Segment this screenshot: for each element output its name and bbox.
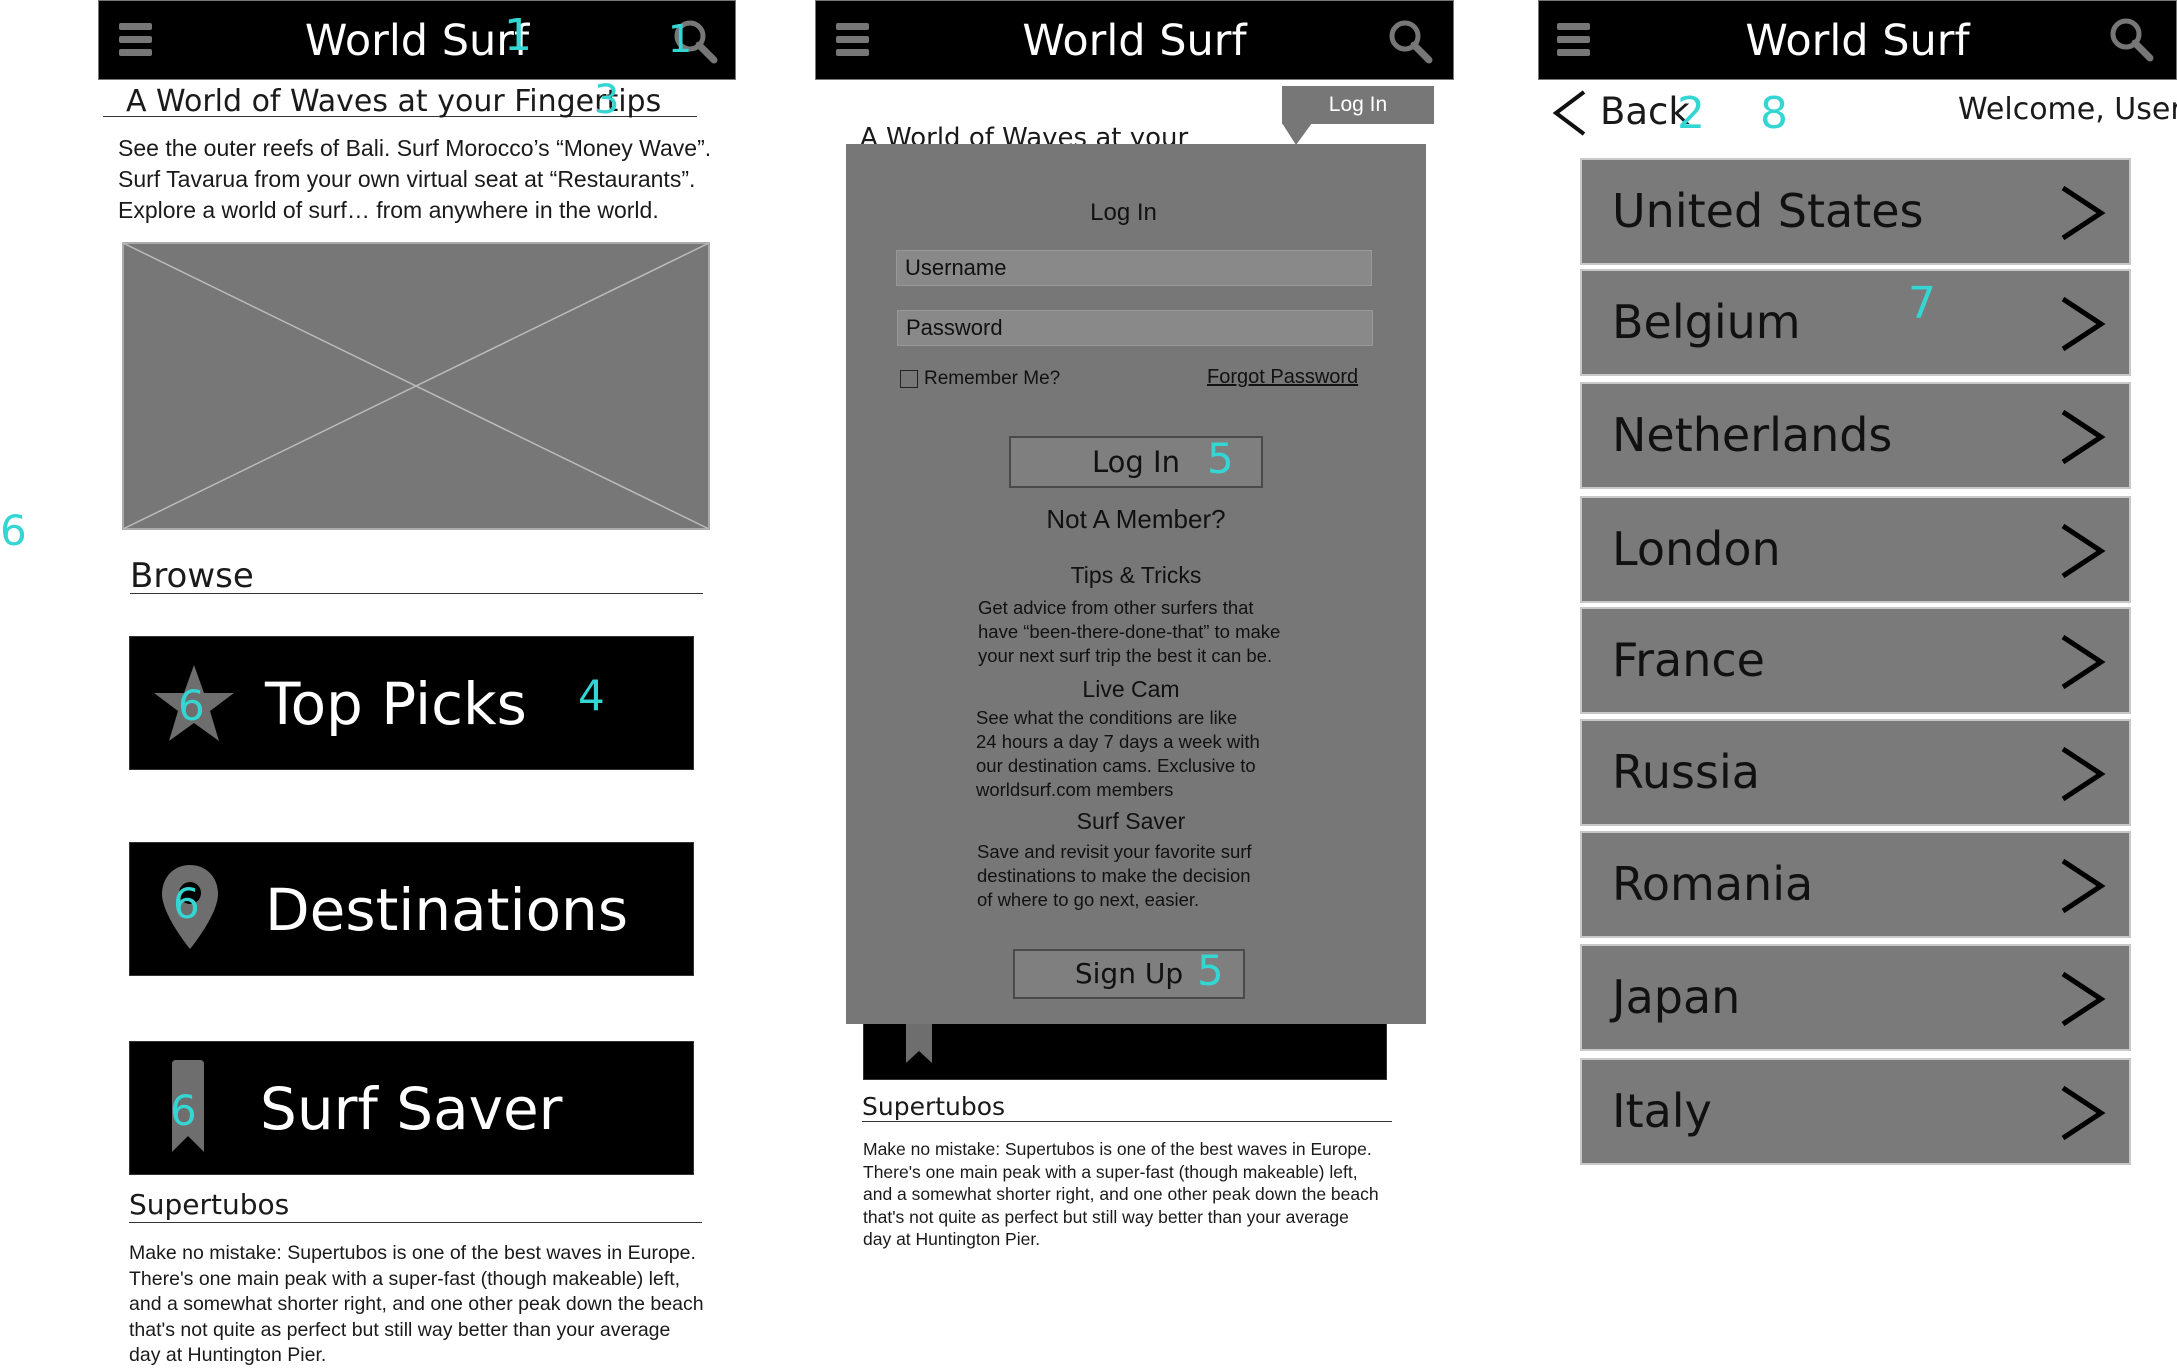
chevron-right-icon	[2061, 409, 2106, 465]
annotation-6: 6	[0, 506, 27, 555]
chevron-right-icon	[2061, 185, 2106, 241]
spot-rule	[129, 1222, 702, 1223]
surf-saver-label: Surf Saver	[260, 1075, 563, 1143]
annotation-6c: 6	[173, 879, 200, 928]
country-name: Belgium	[1612, 295, 1801, 349]
forgot-password-link[interactable]: Forgot Password	[1207, 366, 1358, 389]
country-name: United States	[1612, 184, 1924, 238]
spot-title-2: Supertubos	[862, 1092, 1006, 1121]
hero-heading: A World of Waves at your Fingertips	[126, 84, 662, 119]
feature-title-livecam: Live Cam	[1082, 676, 1180, 702]
top-picks-button[interactable]: Top Picks	[129, 636, 694, 770]
chevron-left-icon	[1552, 90, 1586, 136]
feature-title-tips: Tips & Tricks	[1070, 562, 1202, 588]
password-field[interactable]: Password	[897, 310, 1373, 346]
feature-text-livecam: See what the conditions are like 24 hour…	[976, 707, 1260, 800]
annotation-1b: 1	[668, 17, 693, 61]
modal-title: Log In	[1090, 199, 1157, 226]
spot-title: Supertubos	[129, 1188, 290, 1221]
country-row[interactable]: Belgium	[1580, 269, 2131, 376]
browse-rule	[130, 593, 703, 594]
annotation-5: 5	[1207, 434, 1234, 483]
chevron-right-icon	[2061, 1085, 2106, 1141]
app-header-3: World Surf	[1538, 0, 2177, 80]
hero-heading-2: A World of Waves at your Fingertips	[860, 123, 1189, 146]
chevron-right-icon	[2061, 523, 2106, 579]
search-icon[interactable]	[2107, 15, 2155, 63]
chevron-right-icon	[2061, 634, 2106, 690]
login-modal: Log In Username Password Remember Me? Fo…	[846, 144, 1426, 1024]
country-row[interactable]: Russia	[1580, 719, 2131, 826]
country-row[interactable]: Netherlands	[1580, 382, 2131, 489]
feature-title-surfsaver: Surf Saver	[1076, 808, 1186, 834]
annotation-1: 1	[504, 10, 532, 61]
country-row[interactable]: United States	[1580, 158, 2131, 265]
annotation-4: 4	[578, 671, 605, 720]
username-field[interactable]: Username	[896, 250, 1372, 286]
not-member-text: Not A Member?	[1046, 504, 1226, 534]
spot-description: Make no mistake: Supertubos is one of th…	[129, 1242, 704, 1366]
annotation-3: 3	[594, 77, 620, 123]
destinations-label: Destinations	[265, 876, 629, 944]
annotation-5b: 5	[1197, 946, 1224, 995]
welcome-text: Welcome, User	[1958, 92, 2177, 127]
surf-saver-button[interactable]: Surf Saver	[129, 1041, 694, 1175]
app-title-3: World Surf	[1745, 16, 1970, 66]
annotation-7: 7	[1908, 278, 1936, 329]
app-title-2: World Surf	[1022, 16, 1247, 66]
country-row[interactable]: Italy	[1580, 1058, 2131, 1165]
country-name: Russia	[1612, 745, 1760, 799]
feature-text-surfsaver: Save and revisit your favorite surf dest…	[977, 841, 1252, 910]
image-placeholder	[122, 242, 710, 530]
annotation-2: 2	[1677, 88, 1705, 139]
top-picks-label: Top Picks	[265, 670, 527, 738]
app-header: World Surf	[98, 0, 736, 80]
spot-rule-2	[862, 1121, 1392, 1122]
country-name: Romania	[1612, 857, 1814, 911]
spot-description-2: Make no mistake: Supertubos is one of th…	[863, 1139, 1379, 1249]
hero-intro: See the outer reefs of Bali. Surf Morocc…	[118, 135, 712, 223]
country-name: London	[1612, 522, 1781, 576]
country-name: Italy	[1612, 1084, 1712, 1138]
chevron-right-icon	[2061, 858, 2106, 914]
country-row[interactable]: Romania	[1580, 831, 2131, 938]
country-name: Netherlands	[1612, 408, 1893, 462]
country-name: France	[1612, 633, 1765, 687]
chevron-right-icon	[2061, 971, 2106, 1027]
chevron-right-icon	[2061, 296, 2106, 352]
feature-text-tips: Get advice from other surfers that have …	[978, 597, 1281, 666]
chevron-right-icon	[2061, 746, 2106, 802]
annotation-8: 8	[1760, 88, 1788, 139]
annotation-6d: 6	[170, 1086, 197, 1135]
remember-checkbox[interactable]	[900, 370, 918, 388]
country-row[interactable]: Japan	[1580, 944, 2131, 1051]
search-icon[interactable]	[1386, 17, 1434, 65]
destinations-button[interactable]: Destinations	[129, 842, 694, 976]
annotation-6b: 6	[178, 681, 205, 730]
country-name: Japan	[1612, 970, 1741, 1024]
login-tab[interactable]: Log In	[1282, 86, 1434, 124]
browse-heading: Browse	[130, 556, 254, 596]
app-title: World Surf	[304, 16, 530, 66]
country-row[interactable]: London	[1580, 496, 2131, 603]
country-row[interactable]: France	[1580, 607, 2131, 714]
remember-label: Remember Me?	[924, 368, 1061, 389]
app-header-2: World Surf	[815, 0, 1454, 80]
